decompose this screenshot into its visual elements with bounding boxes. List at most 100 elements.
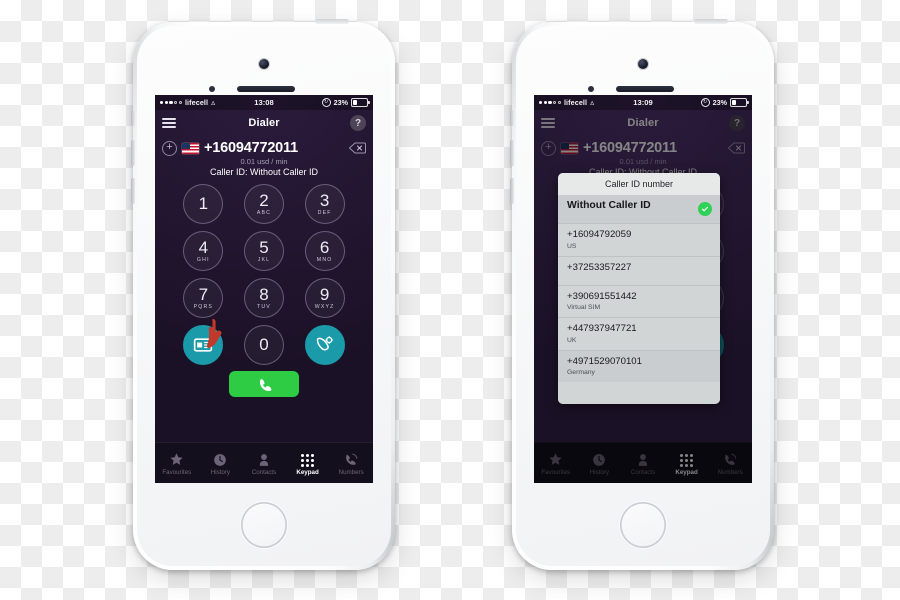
option-subtitle: Virtual SIM: [567, 304, 601, 311]
key-0[interactable]: 0: [243, 325, 284, 365]
phone-waves-icon: [344, 451, 358, 467]
option-title: +390691551442: [567, 290, 637, 302]
keypad-grid-icon: [680, 451, 694, 467]
key-4[interactable]: 4GHI: [183, 231, 224, 271]
key-letters: DEF: [317, 209, 332, 216]
tab-contacts[interactable]: Contacts: [621, 451, 665, 476]
key-letters: WXYZ: [314, 303, 335, 310]
mute-switch[interactable]: [510, 110, 514, 126]
tab-keypad[interactable]: Keypad: [286, 451, 330, 476]
star-icon: [169, 451, 184, 467]
dial-keypad: 1 2ABC 3DEF 4GHI 5JKL 6MNO 7PQRS 8TUV 9W…: [155, 184, 373, 365]
key-digit: 7: [198, 284, 209, 304]
option-title: +447937947721: [567, 323, 637, 334]
volume-up-button[interactable]: [131, 140, 135, 166]
tab-history[interactable]: History: [578, 451, 622, 476]
phone-handset-icon: [259, 378, 271, 391]
key-letters: MNO: [316, 256, 333, 263]
key-1[interactable]: 1: [183, 184, 224, 224]
proximity-sensor: [588, 86, 594, 92]
caller-id-card-icon[interactable]: [183, 325, 224, 365]
tab-label: Keypad: [296, 468, 319, 476]
caller-id-option-uk[interactable]: +447937947721 UK: [558, 318, 720, 351]
tab-label: Favourites: [162, 468, 192, 476]
number-display-row: + +16094772011: [155, 136, 373, 156]
caller-id-label: Caller ID: Without Caller ID: [209, 167, 319, 177]
tab-history[interactable]: History: [199, 451, 243, 476]
option-title: +4971529070101: [567, 355, 642, 367]
tab-contacts[interactable]: Contacts: [242, 451, 286, 476]
caller-id-list: Without Caller ID +16094792059 US +37253…: [558, 195, 720, 382]
power-button[interactable]: [694, 19, 728, 24]
tab-numbers[interactable]: Numbers: [708, 451, 752, 476]
key-digit: 8: [259, 284, 269, 304]
dialed-number[interactable]: +16094772011: [204, 140, 344, 156]
backspace-icon[interactable]: [728, 142, 745, 154]
navigation-bar: Dialer ?: [155, 110, 373, 136]
caller-id-option-germany[interactable]: +4971529070101 Germany: [558, 350, 720, 382]
key-5[interactable]: 5JKL: [243, 231, 284, 271]
option-title: +16094792059: [567, 229, 632, 240]
earpiece-speaker: [237, 86, 295, 92]
us-flag-icon: [182, 142, 199, 154]
person-icon: [257, 451, 271, 467]
call-button[interactable]: [229, 371, 299, 397]
tab-keypad[interactable]: Keypad: [665, 451, 709, 476]
dialed-number[interactable]: +16094772011: [583, 140, 723, 156]
modal-title: Caller ID number: [558, 173, 720, 195]
option-title: +37253357227: [567, 261, 632, 273]
tab-numbers[interactable]: Numbers: [329, 451, 373, 476]
battery-icon: [730, 97, 749, 108]
key-7[interactable]: 7PQRS: [183, 278, 224, 318]
caller-id-option-us[interactable]: +16094792059 US: [558, 224, 720, 257]
key-digit: 1: [198, 193, 209, 213]
caller-id-modal: Caller ID number Without Caller ID +1609…: [558, 173, 720, 404]
help-button[interactable]: ?: [350, 115, 366, 131]
tab-label: Numbers: [338, 468, 364, 476]
keypad-grid-icon: [301, 451, 315, 467]
tab-label: Contacts: [630, 468, 656, 476]
volume-down-button[interactable]: [510, 178, 514, 204]
power-button[interactable]: [315, 19, 349, 24]
add-contact-icon[interactable]: +: [162, 140, 177, 156]
tab-label: Numbers: [717, 468, 743, 476]
home-button[interactable]: [241, 502, 287, 548]
backspace-icon[interactable]: [349, 142, 366, 154]
navigation-bar: Dialer ?: [534, 110, 752, 136]
phone-screen-left: lifecell ▵ 13:08 ↻ 23% Dialer ? + +16094…: [155, 95, 373, 483]
mute-switch[interactable]: [131, 110, 135, 126]
volume-down-button[interactable]: [131, 178, 135, 204]
option-title: Without Caller ID: [567, 200, 651, 211]
help-button[interactable]: ?: [729, 115, 745, 131]
key-8[interactable]: 8TUV: [243, 278, 284, 318]
caller-id-option-372[interactable]: +37253357227: [558, 257, 720, 286]
green-check-icon: [698, 202, 712, 216]
volume-up-button[interactable]: [510, 140, 514, 166]
status-bar-clock: 13:09: [633, 98, 653, 107]
earpiece-speaker: [616, 86, 674, 92]
clock-icon: [213, 451, 227, 467]
option-subtitle: UK: [567, 336, 577, 344]
caller-id-option-virtual-sim[interactable]: +390691551442 Virtual SIM: [558, 286, 720, 318]
bottom-tab-bar: Favourites History Contacts Keypad Numbe…: [155, 442, 373, 483]
phone-screen-right: lifecell ▵ 13:09 ↻ 23% Dialer ? + +16094…: [534, 95, 752, 483]
rate-label: 0.01 usd / min: [619, 157, 667, 166]
key-digit: 3: [319, 190, 330, 210]
key-3[interactable]: 3DEF: [304, 184, 345, 224]
option-subtitle: Germany: [567, 369, 595, 376]
hamburger-menu-icon[interactable]: [541, 118, 555, 128]
key-digit: 9: [319, 284, 330, 304]
hamburger-menu-icon[interactable]: [162, 118, 176, 128]
caller-id-option-without[interactable]: Without Caller ID: [558, 195, 720, 224]
key-9[interactable]: 9WXYZ: [304, 278, 345, 318]
add-contact-icon[interactable]: +: [541, 140, 556, 156]
front-camera: [638, 59, 648, 69]
tab-favourites[interactable]: Favourites: [155, 451, 199, 476]
page-title: Dialer: [627, 117, 659, 129]
key-2[interactable]: 2ABC: [243, 184, 284, 224]
phone-settings-icon[interactable]: [304, 325, 345, 365]
proximity-sensor: [209, 86, 215, 92]
home-button[interactable]: [620, 502, 666, 548]
key-6[interactable]: 6MNO: [304, 231, 345, 271]
tab-favourites[interactable]: Favourites: [534, 451, 578, 476]
